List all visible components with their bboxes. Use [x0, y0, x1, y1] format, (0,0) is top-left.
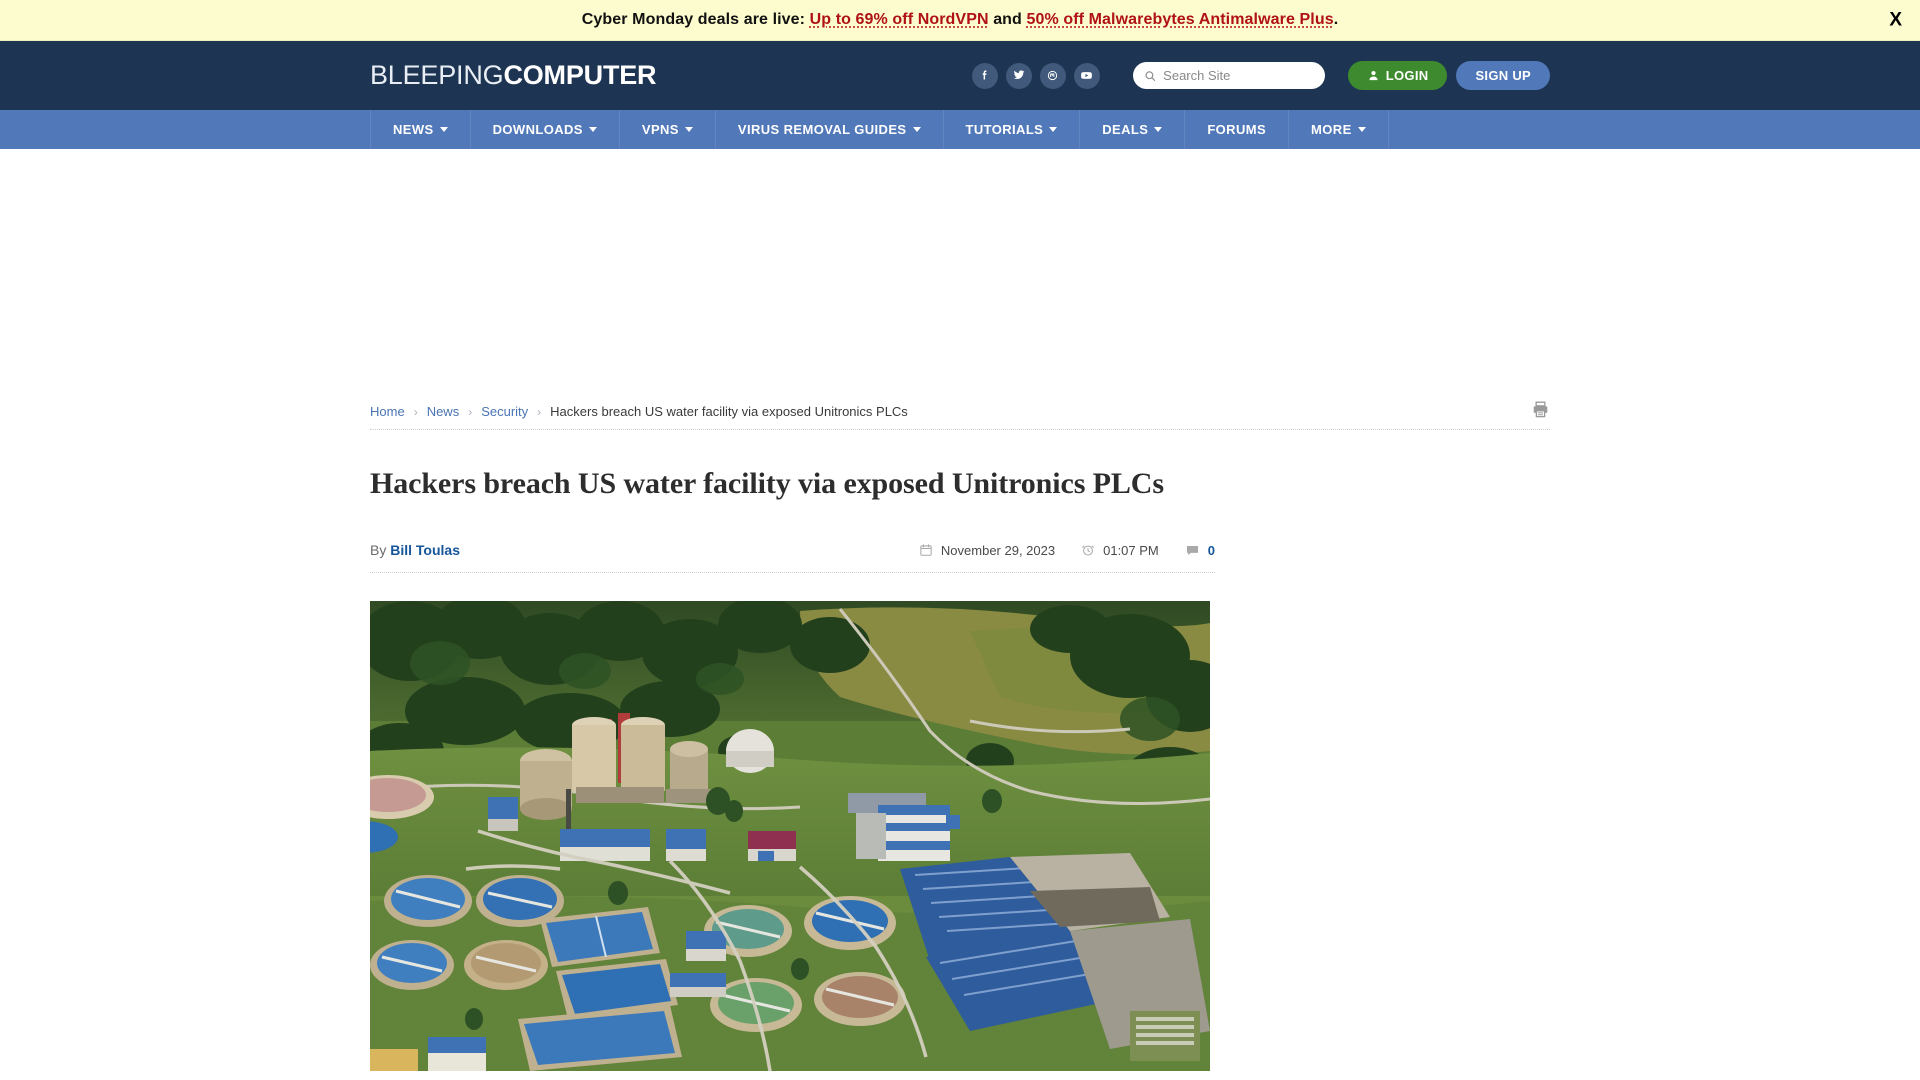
breadcrumb-item-home[interactable]: Home	[370, 404, 405, 419]
login-button-label: LOGIN	[1385, 68, 1429, 83]
article-meta-right: November 29, 2023 01:07 PM 0	[919, 543, 1215, 558]
nav-item-more[interactable]: MORE	[1289, 110, 1389, 149]
promo-link-nordvpn[interactable]: Up to 69% off NordVPN	[810, 11, 989, 28]
main-navigation: NEWS DOWNLOADS VPNS VIRUS REMOVAL GUIDES…	[0, 110, 1920, 149]
nav-label: MORE	[1311, 122, 1352, 137]
alarm-clock-icon	[1082, 545, 1094, 556]
twitter-icon[interactable]	[1005, 62, 1032, 89]
promo-link-malwarebytes[interactable]: 50% off Malwarebytes Antimalware Plus	[1026, 11, 1333, 28]
nav-item-vpns[interactable]: VPNS	[620, 110, 716, 149]
promo-banner-text: Cyber Monday deals are live: Up to 69% o…	[582, 11, 1339, 29]
header-right-cluster: LOGIN SIGN UP	[971, 61, 1550, 90]
mastodon-icon[interactable]	[1039, 62, 1066, 89]
logo-text-bold: COMPUTER	[503, 60, 657, 90]
search-input[interactable]	[1163, 68, 1314, 83]
nav-label: DEALS	[1102, 122, 1149, 137]
chevron-down-icon	[1049, 127, 1058, 132]
signup-button-label: SIGN UP	[1475, 68, 1531, 83]
breadcrumb: Home › News › Security › Hackers breach …	[370, 404, 908, 419]
nav-label: TUTORIALS	[965, 122, 1044, 137]
comment-bubble-icon	[1186, 545, 1198, 555]
advertisement-slot	[0, 149, 1920, 394]
publish-time: 01:07 PM	[1081, 543, 1159, 558]
promo-banner: Cyber Monday deals are live: Up to 69% o…	[0, 0, 1920, 41]
page-title: Hackers breach US water facility via exp…	[370, 467, 1164, 500]
page-content: Home › News › Security › Hackers breach …	[370, 394, 1550, 1071]
promo-suffix: .	[1333, 11, 1339, 28]
signup-button[interactable]: SIGN UP	[1456, 61, 1550, 90]
chevron-down-icon	[684, 127, 693, 132]
author-link[interactable]: Bill Toulas	[390, 542, 460, 558]
publish-time-label: 01:07 PM	[1103, 542, 1159, 558]
chevron-down-icon	[588, 127, 597, 132]
nav-label: DOWNLOADS	[492, 122, 583, 137]
nav-item-news[interactable]: NEWS	[370, 110, 471, 149]
promo-middle: and	[993, 11, 1022, 28]
article-hero-image	[370, 601, 1210, 1071]
calendar-icon	[920, 544, 932, 556]
nav-inner: NEWS DOWNLOADS VPNS VIRUS REMOVAL GUIDES…	[370, 110, 1550, 149]
nav-item-deals[interactable]: DEALS	[1080, 110, 1186, 149]
login-button[interactable]: LOGIN	[1347, 61, 1448, 90]
chevron-right-icon: ›	[468, 404, 473, 419]
publish-date-label: November 29, 2023	[940, 542, 1056, 558]
breadcrumb-item-current: Hackers breach US water facility via exp…	[550, 404, 908, 419]
header-inner: BLEEPINGCOMPUTER Search Site LOGIN SIGN …	[370, 41, 1550, 110]
byline: By Bill Toulas	[370, 542, 460, 558]
chevron-down-icon	[1154, 127, 1163, 132]
chevron-right-icon: ›	[537, 404, 542, 419]
nav-item-tutorials[interactable]: TUTORIALS	[944, 110, 1081, 149]
chevron-down-icon	[912, 127, 921, 132]
nav-item-virus-removal-guides[interactable]: VIRUS REMOVAL GUIDES	[716, 110, 944, 149]
nav-label: VPNS	[641, 122, 679, 137]
byline-prefix: By	[370, 542, 387, 558]
search-box[interactable]	[1132, 62, 1325, 89]
article-meta-row: By Bill Toulas November 29, 2023 01:07 P…	[370, 528, 1215, 573]
nav-label: NEWS	[393, 122, 434, 137]
chevron-right-icon: ›	[413, 404, 418, 419]
publish-date: November 29, 2023	[919, 543, 1055, 558]
breadcrumb-item-news[interactable]: News	[427, 404, 460, 419]
nav-label: FORUMS	[1207, 122, 1267, 137]
chevron-down-icon	[1357, 127, 1366, 132]
close-icon[interactable]: X	[1883, 10, 1908, 31]
nav-item-forums[interactable]: FORUMS	[1185, 110, 1290, 149]
promo-prefix: Cyber Monday deals are live:	[581, 11, 806, 28]
comment-count-group[interactable]: 0	[1185, 543, 1215, 558]
youtube-icon[interactable]	[1073, 62, 1100, 89]
site-header: BLEEPINGCOMPUTER Search Site LOGIN SIGN …	[0, 41, 1920, 110]
nav-item-downloads[interactable]: DOWNLOADS	[471, 110, 620, 149]
nav-label: VIRUS REMOVAL GUIDES	[737, 122, 907, 137]
site-logo[interactable]: BLEEPINGCOMPUTER	[370, 60, 657, 91]
article-hero-image-wrapper	[370, 601, 1210, 1071]
comment-count: 0	[1207, 542, 1215, 558]
chevron-down-icon	[439, 127, 448, 132]
print-icon[interactable]	[1531, 400, 1550, 424]
breadcrumb-row: Home › News › Security › Hackers breach …	[370, 394, 1550, 430]
social-links	[971, 62, 1100, 89]
article-body: Hackers breach US water facility via exp…	[370, 467, 1215, 1071]
logo-text-light: BLEEPING	[370, 60, 504, 90]
user-icon	[1369, 70, 1378, 81]
hero-illustration	[370, 601, 1210, 1071]
search-icon	[1145, 70, 1155, 81]
facebook-icon[interactable]	[971, 62, 998, 89]
breadcrumb-item-security[interactable]: Security	[481, 404, 528, 419]
